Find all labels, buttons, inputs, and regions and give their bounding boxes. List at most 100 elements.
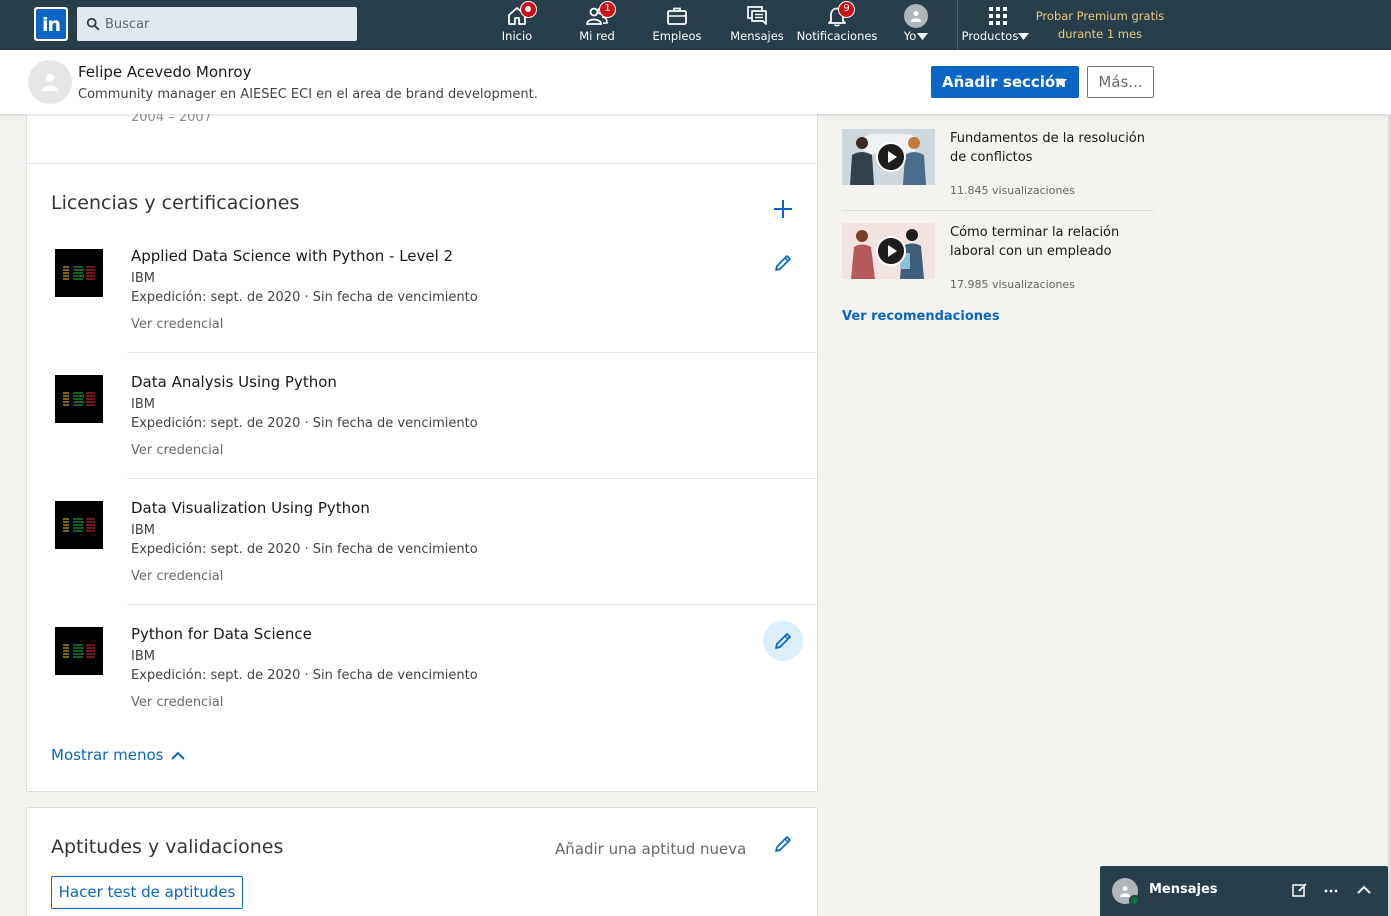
edit-certification-button[interactable] [763, 621, 803, 661]
linkedin-logo-icon[interactable]: in [34, 7, 68, 41]
certification-title[interactable]: Data Analysis Using Python [131, 373, 337, 391]
certification-item: Data Analysis Using Python IBM Expedició… [27, 353, 817, 479]
more-options-icon[interactable] [1322, 881, 1340, 899]
add-section-button[interactable]: Añadir sección [931, 66, 1079, 98]
nav-label-network: Mi red [579, 29, 615, 43]
view-credential-link[interactable]: Ver credencial [131, 695, 223, 710]
profile-sticky-header: Felipe Acevedo Monroy Community manager … [0, 50, 1391, 114]
nav-label-home: Inicio [501, 29, 533, 43]
user-avatar [904, 4, 928, 28]
certification-title[interactable]: Applied Data Science with Python - Level… [131, 247, 453, 265]
search-input[interactable] [105, 7, 353, 41]
premium-line-2: durante 1 mes [1057, 27, 1143, 41]
nav-item-network[interactable]: 1 Mi red [566, 0, 628, 50]
caret-down-icon [917, 33, 928, 40]
ibm-logo [55, 249, 103, 297]
course-title[interactable]: Fundamentos de la resolución de conflict… [950, 129, 1154, 167]
course-views: 11.845 visualizaciones [950, 184, 1075, 197]
section-divider [27, 163, 817, 164]
profile-name: Felipe Acevedo Monroy [78, 63, 252, 81]
more-button[interactable]: Más... [1087, 66, 1154, 98]
briefcase-icon [667, 7, 687, 25]
see-recommendations-link[interactable]: Ver recomendaciones [842, 309, 1000, 324]
caret-down-icon [1055, 79, 1067, 86]
nav-item-messages[interactable]: Mensajes [726, 0, 788, 50]
course-item: Fundamentos de la resolución de conflict… [842, 129, 1154, 211]
messaging-label: Mensajes [1149, 882, 1218, 897]
ibm-logo [55, 627, 103, 675]
messages-icon [747, 6, 767, 25]
certification-issue-date: Expedición: sept. de 2020 · Sin fecha de… [131, 290, 478, 305]
view-credential-link[interactable]: Ver credencial [131, 443, 223, 458]
view-credential-link[interactable]: Ver credencial [131, 569, 223, 584]
course-thumbnail[interactable] [842, 129, 935, 185]
play-icon [876, 142, 906, 172]
certification-item: Applied Data Science with Python - Level… [27, 227, 817, 353]
search-icon [86, 17, 100, 31]
chevron-up-icon [171, 751, 185, 760]
ibm-logo-mark [63, 266, 95, 280]
skills-card: Aptitudes y validaciones Añadir una apti… [26, 807, 818, 916]
person-icon [911, 11, 921, 22]
nav-item-home[interactable]: Inicio [486, 0, 548, 50]
messaging-dock[interactable]: Mensajes [1100, 866, 1388, 916]
certification-org: IBM [131, 397, 155, 412]
person-icon [42, 74, 58, 91]
show-less-button[interactable]: Mostrar menos [51, 746, 185, 764]
profile-headline: Community manager en AIESEC ECI en el ar… [78, 87, 538, 102]
nav-label-messages: Mensajes [730, 29, 784, 43]
add-certification-plus-icon[interactable] [771, 197, 795, 221]
nav-item-products[interactable]: Productos [960, 0, 1036, 50]
certification-title[interactable]: Data Visualization Using Python [131, 499, 370, 517]
view-credential-link[interactable]: Ver credencial [131, 317, 223, 332]
course-title[interactable]: Cómo terminar la relación laboral con un… [950, 223, 1154, 261]
chevron-up-icon[interactable] [1355, 881, 1373, 899]
certification-item: Python for Data Science IBM Expedición: … [27, 605, 817, 731]
skills-title: Aptitudes y validaciones [51, 836, 284, 858]
search-bar[interactable] [77, 7, 357, 41]
add-skill-link[interactable]: Añadir una aptitud nueva [555, 840, 746, 858]
ibm-logo-mark [63, 518, 95, 532]
home-new-dot [520, 1, 537, 18]
certification-org: IBM [131, 271, 155, 286]
nav-label-jobs: Empleos [652, 29, 702, 43]
network-badge: 1 [599, 1, 616, 18]
course-thumbnail[interactable] [842, 223, 935, 279]
course-views: 17.985 visualizaciones [950, 278, 1075, 291]
nav-item-jobs[interactable]: Empleos [646, 0, 708, 50]
add-section-label: Añadir sección [942, 73, 1066, 91]
try-premium-link[interactable]: Probar Premium gratis durante 1 mes [1030, 7, 1170, 43]
profile-avatar[interactable] [28, 60, 72, 104]
online-status-dot [1129, 895, 1140, 906]
nav-item-me[interactable]: Yo [892, 0, 940, 50]
certification-org: IBM [131, 523, 155, 538]
certification-issue-date: Expedición: sept. de 2020 · Sin fecha de… [131, 416, 478, 431]
edit-skills-button[interactable] [763, 824, 803, 864]
ibm-logo [55, 501, 103, 549]
grid-apps-icon [989, 7, 1007, 25]
nav-label-products: Productos [961, 29, 1019, 43]
pencil-icon [775, 255, 791, 271]
top-navigation: in Inicio 1 Mi red Empleos Mensajes 9 No… [0, 0, 1391, 50]
certification-issue-date: Expedición: sept. de 2020 · Sin fecha de… [131, 542, 478, 557]
edit-certification-button[interactable] [763, 243, 803, 283]
compose-icon[interactable] [1291, 881, 1309, 899]
pencil-icon [775, 633, 791, 649]
ibm-logo [55, 375, 103, 423]
nav-label-notifications: Notificaciones [796, 29, 878, 43]
show-less-label: Mostrar menos [51, 746, 164, 764]
linkedin-logo-mark: in [36, 9, 66, 39]
certification-title[interactable]: Python for Data Science [131, 625, 312, 643]
certification-item: Data Visualization Using Python IBM Expe… [27, 479, 817, 605]
ibm-logo-mark [63, 392, 95, 406]
rail-divider [842, 210, 1154, 211]
nav-item-notifications[interactable]: 9 Notificaciones [796, 0, 878, 50]
person-icon [1120, 886, 1130, 897]
notifications-badge: 9 [838, 1, 855, 18]
take-skill-test-button[interactable]: Hacer test de aptitudes [51, 876, 243, 909]
caret-down-icon [1018, 33, 1029, 40]
premium-line-1: Probar Premium gratis [1035, 9, 1165, 23]
certification-issue-date: Expedición: sept. de 2020 · Sin fecha de… [131, 668, 478, 683]
pencil-icon [775, 836, 791, 852]
certification-org: IBM [131, 649, 155, 664]
